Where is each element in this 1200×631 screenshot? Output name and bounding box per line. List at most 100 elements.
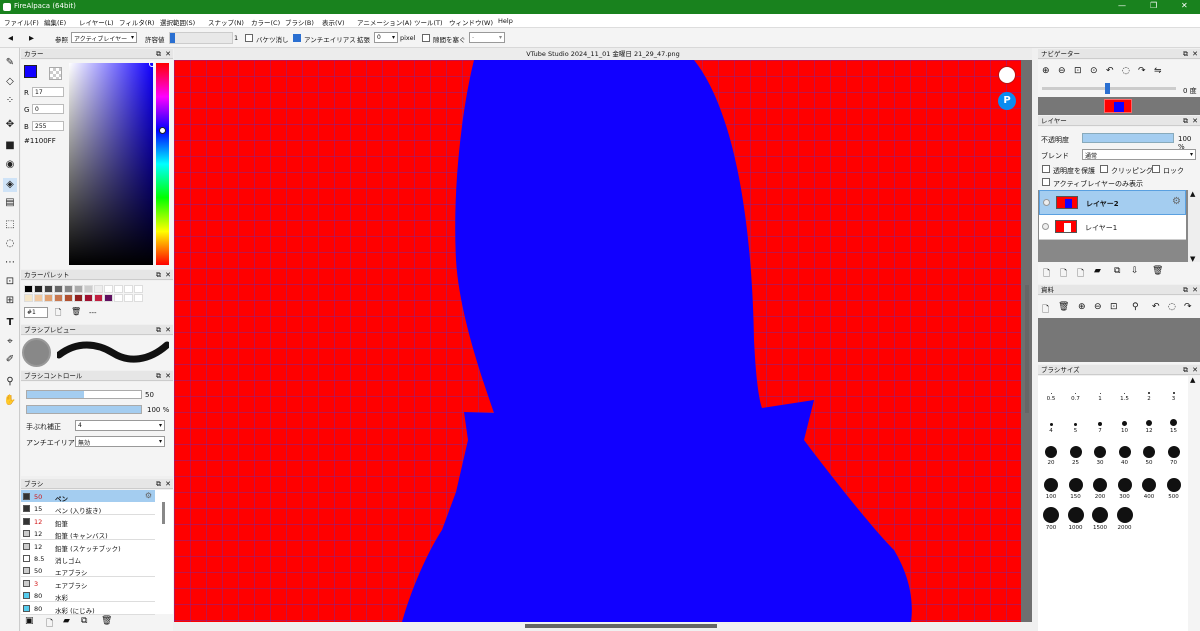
brush-size-option[interactable]: 40: [1114, 446, 1136, 466]
fit-view-icon[interactable]: ⊡: [1110, 302, 1118, 312]
brush-size-option[interactable]: 1.5: [1114, 380, 1136, 402]
palette-swatch[interactable]: [34, 294, 43, 302]
palette-swatch[interactable]: [104, 294, 113, 302]
close-gap-select[interactable]: - ▾: [469, 32, 505, 43]
brush-size-option[interactable]: 10: [1114, 414, 1136, 434]
palette-swatch[interactable]: [44, 285, 53, 293]
menu-tools[interactable]: ツール(T): [414, 17, 443, 27]
fit-view-icon[interactable]: ⊡: [1074, 66, 1082, 76]
dot-tool-icon[interactable]: ⁘: [3, 94, 17, 108]
delete-material-icon[interactable]: 🗑: [1058, 302, 1069, 312]
close-icon[interactable]: ✕: [1192, 285, 1198, 295]
palette-swatch[interactable]: [124, 285, 133, 293]
drawing-canvas[interactable]: P: [174, 60, 1021, 622]
menu-snap[interactable]: スナップ(N): [208, 17, 244, 27]
canvas-horizontal-scrollbar[interactable]: [525, 624, 717, 628]
stabilizer-select[interactable]: 4 ▾: [75, 420, 165, 431]
brush-size-option[interactable]: 1000: [1065, 507, 1087, 531]
brush-size-option[interactable]: 150: [1065, 478, 1087, 500]
palette-selector[interactable]: #1: [24, 307, 48, 318]
palette-swatch[interactable]: [84, 285, 93, 293]
layer-row-2[interactable]: レイヤー2 ⚙: [1039, 190, 1186, 215]
fill-select-tool-icon[interactable]: ◉: [3, 158, 17, 172]
save-brush-icon[interactable]: ▣: [25, 616, 34, 626]
brush-list-scrollbar[interactable]: [162, 502, 165, 524]
layer-opacity-slider[interactable]: [1082, 133, 1174, 143]
divide-tool-icon[interactable]: ✐: [3, 353, 17, 367]
palette-swatch[interactable]: [24, 294, 33, 302]
new-material-icon[interactable]: 🗋: [1042, 302, 1049, 318]
brush-list-item[interactable]: 50 エアブラシ: [21, 564, 155, 578]
brush-size-option[interactable]: 400: [1138, 478, 1160, 500]
eyedropper-tool-icon[interactable]: ⚲: [3, 375, 17, 389]
brush-list-item[interactable]: 80 水彩 (にじみ): [21, 601, 155, 615]
palette-swatch[interactable]: [134, 285, 143, 293]
palette-swatch[interactable]: [114, 294, 123, 302]
brush-size-option[interactable]: 700: [1040, 507, 1062, 531]
palette-swatch[interactable]: [74, 294, 83, 302]
document-tab[interactable]: VTube Studio 2024_11_01 金曜日 21_29_47.png: [174, 48, 1032, 60]
brush-size-option[interactable]: 3: [1163, 380, 1185, 402]
pixiv-icon[interactable]: P: [998, 92, 1016, 110]
reset-rotation-icon[interactable]: ◌: [1168, 302, 1176, 312]
menu-window[interactable]: ウィンドウ(W): [449, 17, 493, 27]
shape-tool-icon[interactable]: ■: [3, 139, 17, 153]
palette-swatch[interactable]: [64, 285, 73, 293]
float-icon[interactable]: ⧉: [156, 371, 161, 381]
brush-list-item[interactable]: 3 エアブラシ: [21, 576, 155, 590]
layer-row-1[interactable]: レイヤー1: [1039, 215, 1186, 240]
brush-size-option[interactable]: 0.5: [1040, 380, 1062, 402]
eyedropper-icon[interactable]: ⚲: [1132, 302, 1139, 312]
operation-tool-icon[interactable]: ⌖: [3, 335, 17, 349]
brush-size-option[interactable]: 100: [1040, 478, 1062, 500]
brush-size-option[interactable]: 25: [1065, 446, 1087, 466]
brush-size-scrollbar[interactable]: ▲: [1188, 376, 1200, 631]
palette-swatch[interactable]: [54, 285, 63, 293]
saturation-value-picker[interactable]: [69, 61, 155, 265]
minimize-button[interactable]: —: [1118, 1, 1126, 10]
brush-size-option[interactable]: 2: [1138, 380, 1160, 402]
g-input[interactable]: 0: [32, 104, 64, 114]
active-only-checkbox[interactable]: [1042, 178, 1050, 186]
palette-swatch[interactable]: [84, 294, 93, 302]
new-brush-icon[interactable]: 🗋: [46, 616, 53, 631]
brush-antialias-select[interactable]: 無効 ▾: [75, 436, 165, 447]
menu-animation[interactable]: アニメーション(A): [357, 17, 412, 27]
palette-swatch[interactable]: [34, 285, 43, 293]
clipping-checkbox[interactable]: [1100, 165, 1108, 173]
float-icon[interactable]: ⧉: [1183, 285, 1188, 295]
close-icon[interactable]: ✕: [1192, 365, 1198, 375]
menu-brush[interactable]: ブラシ(B): [285, 17, 314, 27]
menu-help[interactable]: Help: [498, 17, 513, 25]
brush-size-option[interactable]: 20: [1040, 446, 1062, 466]
close-icon[interactable]: ✕: [1192, 116, 1198, 126]
new-folder-icon[interactable]: ▰: [1094, 266, 1101, 276]
prev-arrow-icon[interactable]: ◀: [8, 34, 13, 42]
palette-swatch[interactable]: [94, 294, 103, 302]
palette-swatch[interactable]: [64, 294, 73, 302]
layer-list-scrollbar[interactable]: ▲ ▼: [1188, 190, 1200, 263]
rotate-right-icon[interactable]: ↷: [1184, 302, 1192, 312]
r-input[interactable]: 17: [32, 87, 64, 97]
brush-size-option[interactable]: 200: [1089, 478, 1111, 500]
scroll-up-icon[interactable]: ▲: [1190, 376, 1195, 384]
new-layer-icon[interactable]: 🗋: [1043, 266, 1050, 282]
b-input[interactable]: 255: [32, 121, 64, 131]
eraser-tool-icon[interactable]: ◇: [3, 75, 17, 89]
new-8bit-layer-icon[interactable]: 🗋: [1060, 266, 1067, 282]
select-pen-tool-icon[interactable]: ⊡: [3, 275, 17, 289]
float-icon[interactable]: ⧉: [1183, 116, 1188, 126]
palette-swatch[interactable]: [44, 294, 53, 302]
brush-folder-icon[interactable]: ▰: [63, 616, 70, 626]
close-icon[interactable]: ✕: [165, 479, 171, 489]
bucket-tool-icon[interactable]: ◈: [3, 178, 17, 192]
material-view[interactable]: [1038, 318, 1200, 362]
zoom-out-icon[interactable]: ⊖: [1094, 302, 1102, 312]
scroll-up-icon[interactable]: ▲: [1190, 190, 1195, 198]
menu-view[interactable]: 表示(V): [322, 17, 345, 27]
bucket-erase-checkbox[interactable]: [245, 34, 253, 42]
brush-list-item[interactable]: 80 水彩: [21, 589, 155, 603]
float-icon[interactable]: ⧉: [1183, 365, 1188, 375]
next-arrow-icon[interactable]: ▶: [29, 34, 34, 42]
brush-list-item[interactable]: 15 ペン (入り抜き): [21, 502, 155, 516]
